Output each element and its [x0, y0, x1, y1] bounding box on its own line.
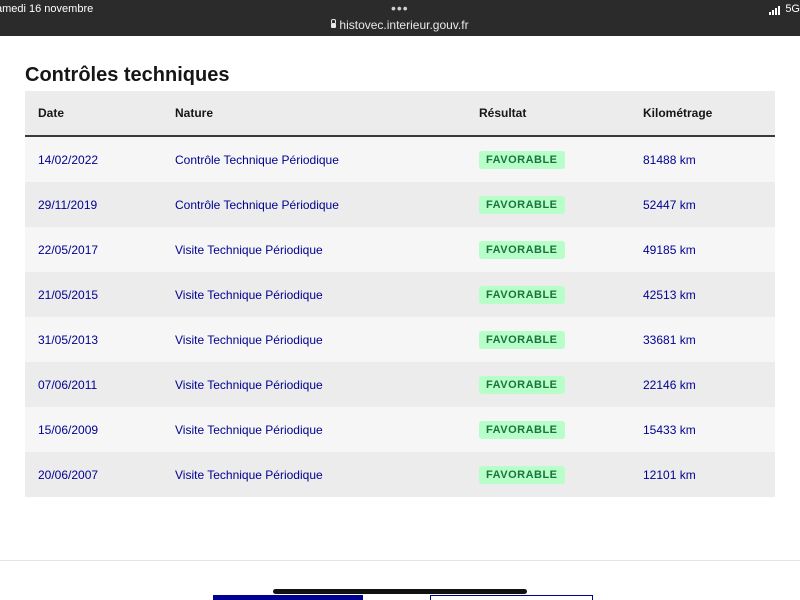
status-date: amedi 16 novembre: [0, 3, 94, 15]
cell-result: FAVORABLE: [466, 227, 630, 272]
cell-date: 07/06/2011: [25, 362, 162, 407]
cell-date: 21/05/2015: [25, 272, 162, 317]
status-bar: amedi 16 novembre ••• histovec.interieur…: [0, 0, 800, 36]
cell-mileage: 52447 km: [630, 182, 775, 227]
cell-date: 31/05/2013: [25, 317, 162, 362]
cell-result: FAVORABLE: [466, 407, 630, 452]
result-badge: FAVORABLE: [479, 420, 565, 439]
result-badge: FAVORABLE: [479, 195, 565, 214]
multitasking-dots-icon[interactable]: •••: [391, 0, 409, 16]
cell-date: 22/05/2017: [25, 227, 162, 272]
home-indicator[interactable]: [273, 589, 527, 594]
cell-mileage: 15433 km: [630, 407, 775, 452]
cell-mileage: 81488 km: [630, 136, 775, 182]
cell-nature: Visite Technique Périodique: [162, 452, 466, 497]
cell-nature: Visite Technique Périodique: [162, 317, 466, 362]
cell-nature: Visite Technique Périodique: [162, 362, 466, 407]
cell-date: 29/11/2019: [25, 182, 162, 227]
header-mileage: Kilométrage: [630, 91, 775, 137]
table-row: 22/05/2017 Visite Technique Périodique F…: [25, 227, 775, 272]
header-result: Résultat: [466, 91, 630, 137]
address-bar[interactable]: histovec.interieur.gouv.fr: [0, 18, 800, 32]
page-content: Contrôles techniques Date Nature Résulta…: [0, 36, 800, 561]
cell-date: 20/06/2007: [25, 452, 162, 497]
cell-mileage: 12101 km: [630, 452, 775, 497]
cell-result: FAVORABLE: [466, 136, 630, 182]
lock-icon: [331, 19, 337, 28]
table-header-row: Date Nature Résultat Kilométrage: [25, 91, 775, 137]
cell-date: 15/06/2009: [25, 407, 162, 452]
table-row: 21/05/2015 Visite Technique Périodique F…: [25, 272, 775, 317]
result-badge: FAVORABLE: [479, 465, 565, 484]
cell-result: FAVORABLE: [466, 362, 630, 407]
result-badge: FAVORABLE: [479, 150, 565, 169]
cell-nature: Visite Technique Périodique: [162, 272, 466, 317]
inspections-table: Date Nature Résultat Kilométrage 14/02/2…: [25, 91, 775, 497]
address-url: histovec.interieur.gouv.fr: [339, 18, 469, 32]
table-row: 29/11/2019 Contrôle Technique Périodique…: [25, 182, 775, 227]
table-row: 15/06/2009 Visite Technique Périodique F…: [25, 407, 775, 452]
cell-nature: Contrôle Technique Périodique: [162, 136, 466, 182]
cell-mileage: 42513 km: [630, 272, 775, 317]
cell-nature: Visite Technique Périodique: [162, 407, 466, 452]
result-badge: FAVORABLE: [479, 375, 565, 394]
cell-result: FAVORABLE: [466, 317, 630, 362]
cell-result: FAVORABLE: [466, 272, 630, 317]
footer-tab[interactable]: [430, 595, 593, 600]
cell-result: FAVORABLE: [466, 452, 630, 497]
cell-date: 14/02/2022: [25, 136, 162, 182]
inspections-table-container: Date Nature Résultat Kilométrage 14/02/2…: [25, 91, 775, 497]
result-badge: FAVORABLE: [479, 240, 565, 259]
result-badge: FAVORABLE: [479, 330, 565, 349]
result-badge: FAVORABLE: [479, 285, 565, 304]
cell-nature: Contrôle Technique Périodique: [162, 182, 466, 227]
table-row: 07/06/2011 Visite Technique Périodique F…: [25, 362, 775, 407]
cell-nature: Visite Technique Périodique: [162, 227, 466, 272]
footer-tab-active[interactable]: [213, 595, 363, 600]
signal-icon: [769, 5, 781, 15]
cell-mileage: 22146 km: [630, 362, 775, 407]
table-row: 31/05/2013 Visite Technique Périodique F…: [25, 317, 775, 362]
table-row: 14/02/2022 Contrôle Technique Périodique…: [25, 136, 775, 182]
page-title: Contrôles techniques: [25, 64, 230, 86]
cell-mileage: 33681 km: [630, 317, 775, 362]
status-indicators: 5G: [769, 3, 800, 15]
table-row: 20/06/2007 Visite Technique Périodique F…: [25, 452, 775, 497]
cell-result: FAVORABLE: [466, 182, 630, 227]
header-nature: Nature: [162, 91, 466, 137]
network-label: 5G: [785, 3, 800, 15]
header-date: Date: [25, 91, 162, 137]
cell-mileage: 49185 km: [630, 227, 775, 272]
